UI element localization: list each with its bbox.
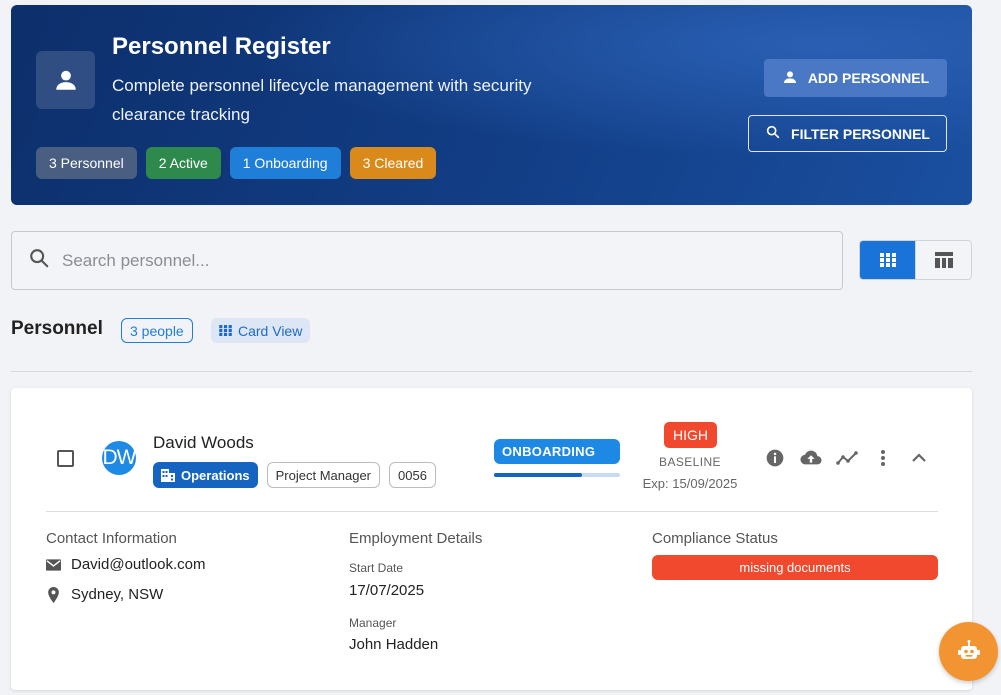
- manager-value: John Hadden: [349, 636, 439, 653]
- select-checkbox[interactable]: [57, 450, 74, 467]
- email-value: David@outlook.com: [71, 556, 206, 573]
- header-banner: Personnel Register Complete personnel li…: [11, 5, 972, 205]
- manager-label: Manager: [349, 616, 397, 630]
- stats-chips: 3 Personnel 2 Active 1 Onboarding 3 Clea…: [36, 147, 437, 179]
- employment-title: Employment Details: [349, 530, 483, 547]
- start-date-value: 17/07/2025: [349, 582, 425, 599]
- progress-fill: [494, 473, 583, 477]
- people-count-badge: 3 people: [121, 318, 193, 343]
- grid-icon: [219, 325, 232, 336]
- view-mode-badge: Card View: [211, 318, 311, 343]
- compliance-title: Compliance Status: [652, 530, 778, 547]
- card-divider: [46, 511, 938, 512]
- person-tags: Operations Project Manager 0056: [153, 462, 436, 488]
- personnel-card: DW David Woods Operations Project Manage…: [11, 388, 972, 690]
- view-toggle: [859, 240, 972, 280]
- filter-personnel-label: FILTER PERSONNEL: [791, 125, 930, 142]
- clearance-expiry: Exp: 15/09/2025: [642, 476, 738, 491]
- onboarding-progress-bar: [494, 473, 620, 477]
- department-tag: Operations: [153, 462, 258, 488]
- page-title: Personnel Register: [112, 33, 331, 60]
- person-add-icon: [782, 69, 798, 88]
- stat-active: 2 Active: [145, 147, 221, 179]
- building-icon: [161, 468, 175, 482]
- filter-personnel-button[interactable]: FILTER PERSONNEL: [748, 115, 947, 152]
- contact-title: Contact Information: [46, 530, 177, 547]
- person-icon: [36, 51, 95, 109]
- start-date-label: Start Date: [349, 561, 404, 575]
- table-icon: [934, 252, 953, 268]
- section-divider: [11, 371, 972, 372]
- add-personnel-button[interactable]: ADD PERSONNEL: [764, 59, 947, 97]
- page-subtitle: Complete personnel lifecycle management …: [112, 76, 532, 124]
- section-title: Personnel: [11, 318, 103, 339]
- role-tag: Project Manager: [266, 462, 381, 488]
- location-row: Sydney, NSW: [46, 586, 163, 603]
- card-view-toggle[interactable]: [860, 241, 915, 279]
- table-view-toggle[interactable]: [915, 241, 971, 279]
- location-pin-icon: [48, 586, 59, 603]
- view-mode-label: Card View: [238, 322, 303, 339]
- add-personnel-label: ADD PERSONNEL: [807, 70, 930, 86]
- status-badge: ONBOARDING: [494, 439, 620, 464]
- info-icon[interactable]: [763, 446, 786, 469]
- timeline-icon[interactable]: [835, 446, 858, 469]
- clearance-level: BASELINE: [659, 455, 721, 469]
- email-icon: [46, 558, 61, 571]
- risk-badge: HIGH: [664, 422, 717, 448]
- avatar: DW: [102, 441, 137, 475]
- robot-icon: [957, 639, 980, 659]
- employee-id-tag: 0056: [389, 462, 436, 488]
- email-row: David@outlook.com: [46, 556, 205, 573]
- search-icon: [28, 247, 50, 274]
- compliance-status-badge: missing documents: [652, 555, 938, 580]
- stat-personnel: 3 Personnel: [36, 147, 137, 179]
- grid-icon: [879, 253, 896, 267]
- person-name: David Woods: [153, 433, 254, 452]
- chevron-up-icon[interactable]: [907, 446, 930, 469]
- department-label: Operations: [181, 467, 250, 483]
- stat-cleared: 3 Cleared: [349, 147, 437, 179]
- assistant-fab[interactable]: [939, 622, 998, 681]
- stat-onboarding: 1 Onboarding: [229, 147, 341, 179]
- location-value: Sydney, NSW: [71, 586, 164, 603]
- search-icon: [765, 124, 781, 143]
- card-actions: [763, 446, 930, 469]
- cloud-upload-icon[interactable]: [799, 446, 822, 469]
- search-box: [11, 231, 843, 290]
- search-input[interactable]: [62, 250, 762, 271]
- more-vert-icon[interactable]: [871, 446, 894, 469]
